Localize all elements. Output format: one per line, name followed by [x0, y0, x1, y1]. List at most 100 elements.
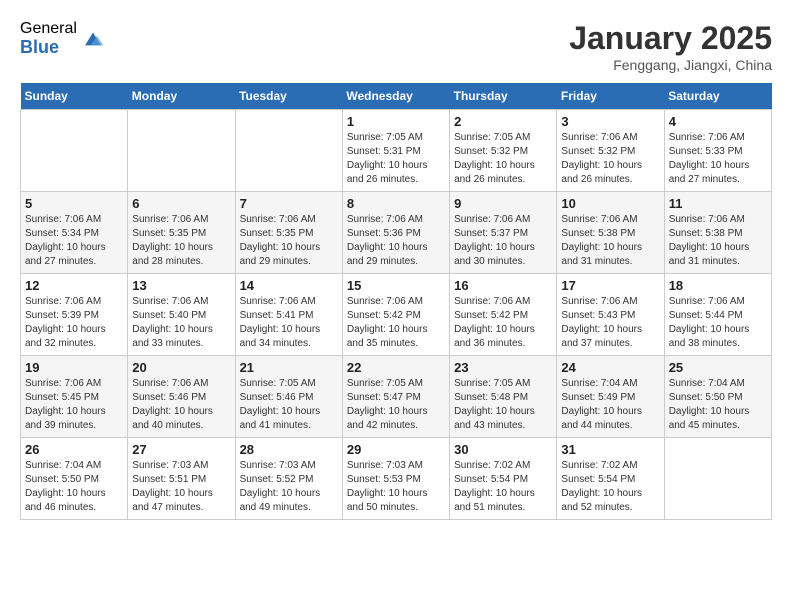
calendar-cell: [235, 110, 342, 192]
day-number: 26: [25, 442, 123, 457]
day-info: Sunrise: 7:06 AM Sunset: 5:40 PM Dayligh…: [132, 295, 230, 351]
calendar-cell: 2 Sunrise: 7:05 AM Sunset: 5:32 PM Daylig…: [450, 110, 557, 192]
calendar-cell: 21Sunrise: 7:05 AM Sunset: 5:46 PM Dayli…: [235, 356, 342, 438]
calendar-cell: 7 Sunrise: 7:06 AM Sunset: 5:35 PM Daylig…: [235, 192, 342, 274]
day-info: Sunrise: 7:06 AM Sunset: 5:41 PM Dayligh…: [240, 295, 338, 351]
day-number: 9: [454, 196, 552, 211]
weekday-header-sunday: Sunday: [21, 83, 128, 110]
day-info: Sunrise: 7:04 AM Sunset: 5:50 PM Dayligh…: [669, 377, 767, 433]
calendar-cell: 10 Sunrise: 7:06 AM Sunset: 5:38 PM Dayli…: [557, 192, 664, 274]
calendar-cell: [664, 438, 771, 520]
calendar-cell: 11 Sunrise: 7:06 AM Sunset: 5:38 PM Dayli…: [664, 192, 771, 274]
day-number: 28: [240, 442, 338, 457]
page-header: General Blue January 2025 Fenggang, Jian…: [20, 20, 772, 73]
calendar-cell: 27Sunrise: 7:03 AM Sunset: 5:51 PM Dayli…: [128, 438, 235, 520]
day-info: Sunrise: 7:06 AM Sunset: 5:46 PM Dayligh…: [132, 377, 230, 433]
week-row-1: 1Sunrise: 7:05 AM Sunset: 5:31 PM Daylig…: [21, 110, 772, 192]
weekday-header-monday: Monday: [128, 83, 235, 110]
day-info: Sunrise: 7:06 AM Sunset: 5:39 PM Dayligh…: [25, 295, 123, 351]
day-info: Sunrise: 7:06 AM Sunset: 5:35 PM Dayligh…: [132, 213, 230, 269]
day-info: Sunrise: 7:04 AM Sunset: 5:49 PM Dayligh…: [561, 377, 659, 433]
calendar-cell: 14 Sunrise: 7:06 AM Sunset: 5:41 PM Dayli…: [235, 274, 342, 356]
title-block: January 2025 Fenggang, Jiangxi, China: [569, 20, 772, 73]
month-title: January 2025: [569, 20, 772, 57]
day-info: Sunrise: 7:03 AM Sunset: 5:52 PM Dayligh…: [240, 459, 338, 515]
calendar-table: SundayMondayTuesdayWednesdayThursdayFrid…: [20, 83, 772, 520]
day-info: Sunrise: 7:05 AM Sunset: 5:32 PM Dayligh…: [454, 131, 552, 187]
day-number: 14: [240, 278, 338, 293]
calendar-cell: 8Sunrise: 7:06 AM Sunset: 5:36 PM Daylig…: [342, 192, 449, 274]
calendar-cell: 23 Sunrise: 7:05 AM Sunset: 5:48 PM Dayli…: [450, 356, 557, 438]
day-info: Sunrise: 7:06 AM Sunset: 5:36 PM Dayligh…: [347, 213, 445, 269]
day-number: 5: [25, 196, 123, 211]
day-info: Sunrise: 7:06 AM Sunset: 5:37 PM Dayligh…: [454, 213, 552, 269]
calendar-cell: 20 Sunrise: 7:06 AM Sunset: 5:46 PM Dayli…: [128, 356, 235, 438]
calendar-cell: 31 Sunrise: 7:02 AM Sunset: 5:54 PM Dayli…: [557, 438, 664, 520]
week-row-2: 5 Sunrise: 7:06 AM Sunset: 5:34 PM Daylig…: [21, 192, 772, 274]
day-number: 27: [132, 442, 230, 457]
calendar-cell: 18Sunrise: 7:06 AM Sunset: 5:44 PM Dayli…: [664, 274, 771, 356]
calendar-cell: 5 Sunrise: 7:06 AM Sunset: 5:34 PM Daylig…: [21, 192, 128, 274]
day-info: Sunrise: 7:06 AM Sunset: 5:35 PM Dayligh…: [240, 213, 338, 269]
day-number: 25: [669, 360, 767, 375]
calendar-cell: 6 Sunrise: 7:06 AM Sunset: 5:35 PM Daylig…: [128, 192, 235, 274]
day-number: 13: [132, 278, 230, 293]
calendar-cell: [128, 110, 235, 192]
calendar-cell: 22 Sunrise: 7:05 AM Sunset: 5:47 PM Dayli…: [342, 356, 449, 438]
location: Fenggang, Jiangxi, China: [569, 57, 772, 73]
day-info: Sunrise: 7:06 AM Sunset: 5:42 PM Dayligh…: [454, 295, 552, 351]
calendar-cell: 1Sunrise: 7:05 AM Sunset: 5:31 PM Daylig…: [342, 110, 449, 192]
logo-icon: [81, 27, 105, 51]
weekday-header-saturday: Saturday: [664, 83, 771, 110]
calendar-cell: 15Sunrise: 7:06 AM Sunset: 5:42 PM Dayli…: [342, 274, 449, 356]
week-row-3: 12Sunrise: 7:06 AM Sunset: 5:39 PM Dayli…: [21, 274, 772, 356]
day-number: 16: [454, 278, 552, 293]
day-number: 20: [132, 360, 230, 375]
logo-blue: Blue: [20, 38, 77, 58]
day-info: Sunrise: 7:06 AM Sunset: 5:33 PM Dayligh…: [669, 131, 767, 187]
calendar-cell: 25 Sunrise: 7:04 AM Sunset: 5:50 PM Dayli…: [664, 356, 771, 438]
day-info: Sunrise: 7:05 AM Sunset: 5:48 PM Dayligh…: [454, 377, 552, 433]
day-number: 31: [561, 442, 659, 457]
day-number: 30: [454, 442, 552, 457]
logo: General Blue: [20, 20, 105, 57]
day-number: 17: [561, 278, 659, 293]
week-row-4: 19 Sunrise: 7:06 AM Sunset: 5:45 PM Dayli…: [21, 356, 772, 438]
calendar-cell: 16 Sunrise: 7:06 AM Sunset: 5:42 PM Dayli…: [450, 274, 557, 356]
day-number: 15: [347, 278, 445, 293]
day-number: 6: [132, 196, 230, 211]
day-info: Sunrise: 7:02 AM Sunset: 5:54 PM Dayligh…: [561, 459, 659, 515]
calendar-cell: 12Sunrise: 7:06 AM Sunset: 5:39 PM Dayli…: [21, 274, 128, 356]
day-info: Sunrise: 7:05 AM Sunset: 5:47 PM Dayligh…: [347, 377, 445, 433]
calendar-cell: 28 Sunrise: 7:03 AM Sunset: 5:52 PM Dayli…: [235, 438, 342, 520]
day-info: Sunrise: 7:06 AM Sunset: 5:45 PM Dayligh…: [25, 377, 123, 433]
day-number: 10: [561, 196, 659, 211]
day-info: Sunrise: 7:06 AM Sunset: 5:38 PM Dayligh…: [561, 213, 659, 269]
weekday-header-wednesday: Wednesday: [342, 83, 449, 110]
day-number: 7: [240, 196, 338, 211]
day-info: Sunrise: 7:04 AM Sunset: 5:50 PM Dayligh…: [25, 459, 123, 515]
day-info: Sunrise: 7:06 AM Sunset: 5:38 PM Dayligh…: [669, 213, 767, 269]
day-number: 22: [347, 360, 445, 375]
weekday-header-thursday: Thursday: [450, 83, 557, 110]
day-number: 23: [454, 360, 552, 375]
weekday-header-friday: Friday: [557, 83, 664, 110]
day-number: 19: [25, 360, 123, 375]
calendar-cell: 3Sunrise: 7:06 AM Sunset: 5:32 PM Daylig…: [557, 110, 664, 192]
logo-general: General: [20, 20, 77, 38]
day-number: 2: [454, 114, 552, 129]
day-info: Sunrise: 7:06 AM Sunset: 5:43 PM Dayligh…: [561, 295, 659, 351]
day-info: Sunrise: 7:06 AM Sunset: 5:34 PM Dayligh…: [25, 213, 123, 269]
day-number: 24: [561, 360, 659, 375]
weekday-header-row: SundayMondayTuesdayWednesdayThursdayFrid…: [21, 83, 772, 110]
weekday-header-tuesday: Tuesday: [235, 83, 342, 110]
day-info: Sunrise: 7:06 AM Sunset: 5:44 PM Dayligh…: [669, 295, 767, 351]
day-number: 11: [669, 196, 767, 211]
day-info: Sunrise: 7:03 AM Sunset: 5:53 PM Dayligh…: [347, 459, 445, 515]
calendar-cell: 30 Sunrise: 7:02 AM Sunset: 5:54 PM Dayli…: [450, 438, 557, 520]
calendar-cell: 9 Sunrise: 7:06 AM Sunset: 5:37 PM Daylig…: [450, 192, 557, 274]
calendar-cell: 24 Sunrise: 7:04 AM Sunset: 5:49 PM Dayli…: [557, 356, 664, 438]
day-info: Sunrise: 7:02 AM Sunset: 5:54 PM Dayligh…: [454, 459, 552, 515]
calendar-cell: 4Sunrise: 7:06 AM Sunset: 5:33 PM Daylig…: [664, 110, 771, 192]
day-info: Sunrise: 7:05 AM Sunset: 5:46 PM Dayligh…: [240, 377, 338, 433]
